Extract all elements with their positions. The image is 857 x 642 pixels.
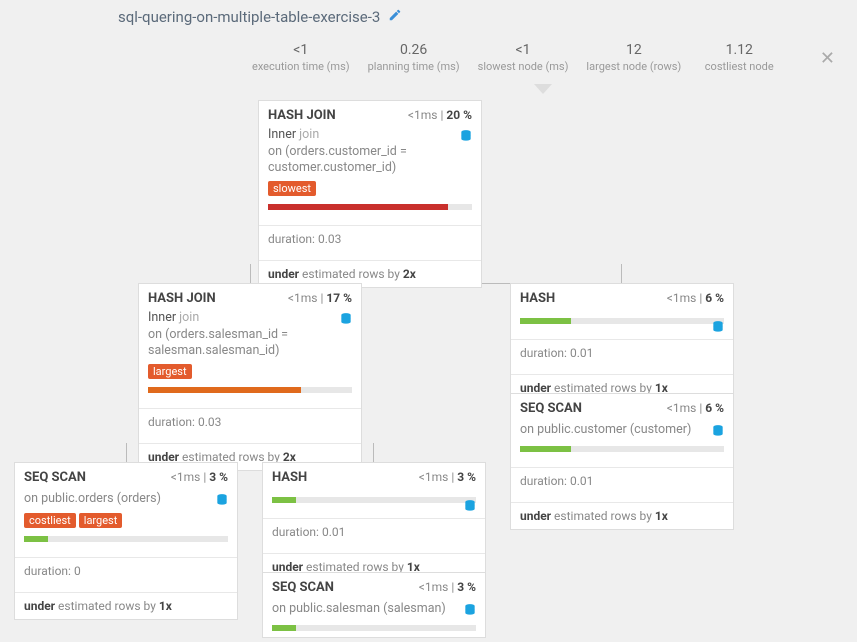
plan-node-seqscan-salesman[interactable]: SEQ SCAN<1ms | 3 % on public.salesman (s…	[262, 572, 486, 638]
stat-largest-node: 12largest node (rows)	[586, 42, 681, 73]
plan-node-seqscan-orders[interactable]: SEQ SCAN<1ms | 3 % on public.orders (ord…	[14, 462, 238, 620]
plan-node-hash-2[interactable]: HASH<1ms | 3 % duration: 0.01 under esti…	[262, 462, 486, 581]
tag-costliest: costliest	[24, 513, 76, 528]
stat-planning-time: 0.26planning time (ms)	[368, 42, 460, 73]
database-icon[interactable]	[711, 424, 725, 438]
database-icon[interactable]	[463, 499, 477, 513]
plan-node-hash-join-2[interactable]: HASH JOIN<1ms | 17 % Inner join on (orde…	[138, 283, 362, 471]
plan-node-seqscan-customer[interactable]: SEQ SCAN<1ms | 6 % on public.customer (c…	[510, 393, 734, 530]
plan-node-hash-1[interactable]: HASH<1ms | 6 % duration: 0.01 under esti…	[510, 283, 734, 402]
edit-icon[interactable]	[388, 8, 402, 26]
close-icon[interactable]: ✕	[820, 48, 835, 69]
page-title: sql-quering-on-multiple-table-exercise-3	[118, 8, 380, 26]
database-icon[interactable]	[711, 320, 725, 334]
tag-slowest: slowest	[268, 181, 316, 196]
database-icon[interactable]	[339, 312, 353, 326]
plan-node-hash-join-root[interactable]: HASH JOIN<1ms | 20 % Inner join on (orde…	[258, 100, 482, 288]
tag-largest: largest	[148, 364, 192, 379]
database-icon[interactable]	[215, 493, 229, 507]
tag-largest: largest	[79, 513, 123, 528]
stat-execution-time: <1execution time (ms)	[252, 42, 350, 73]
stat-costliest-node: 1.12costliest node	[699, 42, 779, 73]
stat-slowest-node: <1slowest node (ms)	[478, 42, 569, 73]
stats-bar: <1execution time (ms) 0.26planning time …	[252, 42, 779, 73]
database-icon[interactable]	[459, 129, 473, 143]
arrow-down-icon	[534, 84, 552, 94]
database-icon[interactable]	[463, 603, 477, 617]
